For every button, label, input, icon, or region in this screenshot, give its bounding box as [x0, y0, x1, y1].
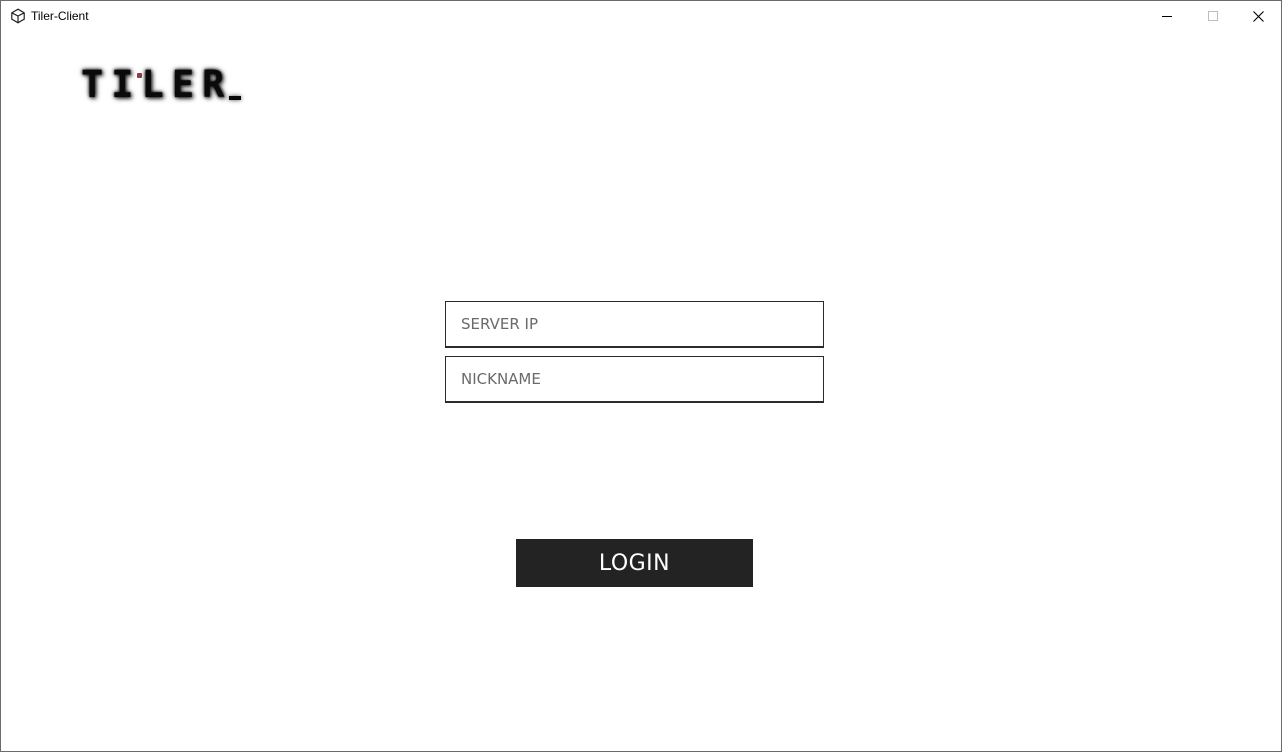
nickname-field[interactable]: [445, 356, 824, 403]
minimize-button[interactable]: [1144, 1, 1190, 31]
logo-underscore: [229, 96, 241, 100]
tiler-logo: TILER: [81, 63, 243, 109]
close-button[interactable]: [1235, 1, 1281, 31]
title-bar[interactable]: Tiler-Client: [1, 1, 1281, 31]
app-window: Tiler-Client TILER LOGIN: [0, 0, 1282, 752]
server-ip-input[interactable]: [446, 302, 823, 346]
logo-text: TILER: [81, 63, 233, 106]
minimize-icon: [1162, 11, 1172, 21]
maximize-button[interactable]: [1190, 1, 1236, 31]
server-ip-field[interactable]: [445, 301, 824, 348]
nickname-input[interactable]: [446, 357, 823, 401]
unity-logo-icon: [10, 8, 26, 24]
maximize-icon: [1208, 11, 1218, 21]
logo-accent-dot: [137, 73, 142, 78]
login-button[interactable]: LOGIN: [516, 539, 753, 587]
window-title: Tiler-Client: [31, 9, 89, 23]
close-icon: [1252, 10, 1264, 22]
